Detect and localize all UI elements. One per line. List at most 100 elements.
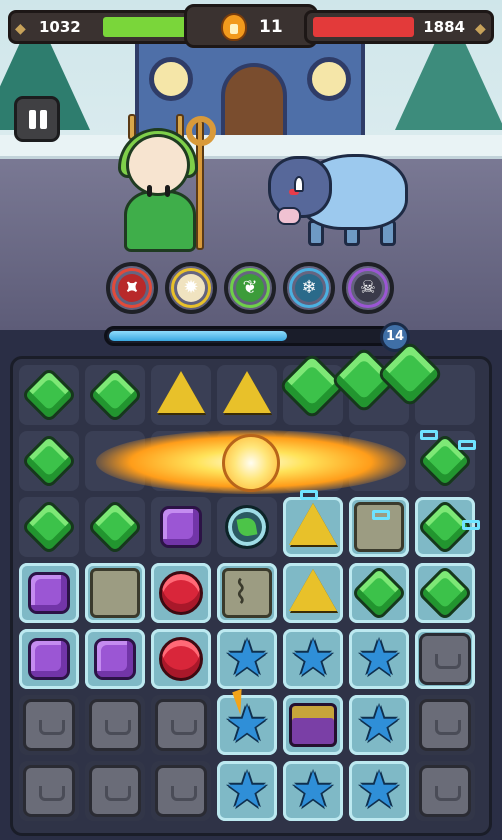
- board-cell[interactable]: [217, 563, 277, 623]
- board-cell[interactable]: [85, 563, 145, 623]
- snout: [277, 207, 301, 225]
- green-gem-icon: [20, 498, 78, 556]
- fire-orb-icon: [222, 434, 280, 492]
- board-cell[interactable]: [85, 365, 145, 425]
- hero-druid: [110, 110, 220, 260]
- skill-glyph: ❦: [242, 277, 258, 298]
- board-cell[interactable]: ★: [349, 761, 409, 821]
- board-cell[interactable]: [415, 761, 475, 821]
- board-cell[interactable]: [151, 629, 211, 689]
- board-cell[interactable]: ★: [349, 629, 409, 689]
- blue-gem-icon: ★: [356, 695, 402, 753]
- board-cell[interactable]: [151, 497, 211, 557]
- board-cell[interactable]: [19, 365, 79, 425]
- board-cell[interactable]: [415, 563, 475, 623]
- board-cell[interactable]: [19, 629, 79, 689]
- board-cell[interactable]: [19, 497, 79, 557]
- board-cell[interactable]: [217, 497, 277, 557]
- locked-gem-icon: [23, 699, 75, 751]
- board-cell[interactable]: [151, 761, 211, 821]
- bar-cap-icon: ◆: [15, 21, 26, 37]
- ice-crystal-icon[interactable]: ❄: [283, 262, 335, 314]
- board-cell[interactable]: [85, 629, 145, 689]
- eye: [165, 185, 170, 197]
- board-cell[interactable]: [19, 431, 79, 491]
- purple-gem-icon: [94, 638, 136, 680]
- green-leaf-icon[interactable]: ❦: [224, 262, 276, 314]
- board-cell[interactable]: [349, 497, 409, 557]
- board-cell[interactable]: [283, 695, 343, 755]
- eye: [147, 185, 152, 197]
- yellow-gem-icon: [289, 503, 337, 545]
- blue-gem-icon: ★: [356, 629, 402, 687]
- charge-fill: [109, 331, 287, 341]
- skill-glyph: ☠: [359, 277, 377, 298]
- skill-charge-bar: [104, 326, 392, 346]
- green-gem-icon: [20, 366, 78, 424]
- player-hp-fill: [103, 17, 195, 37]
- locked-gem-icon: [89, 765, 141, 817]
- pause-icon-bar: [40, 110, 47, 129]
- purple-gem-icon: [28, 638, 70, 680]
- board-cell[interactable]: [283, 563, 343, 623]
- board-cell[interactable]: [151, 365, 211, 425]
- turns-remaining: 11: [259, 17, 283, 37]
- ice-shard-icon: [462, 520, 480, 530]
- fire-phoenix-icon[interactable]: ✹: [165, 262, 217, 314]
- blue-gem-icon: ★: [290, 761, 336, 819]
- skill-glyph: ❄: [301, 277, 317, 298]
- board-cell[interactable]: [349, 563, 409, 623]
- board-cell[interactable]: ★: [217, 761, 277, 821]
- board-cell[interactable]: [283, 497, 343, 557]
- board-cell[interactable]: [415, 695, 475, 755]
- board-cell[interactable]: [217, 365, 277, 425]
- board-cell[interactable]: [19, 761, 79, 821]
- green-gem-icon: [86, 498, 144, 556]
- locked-gem-icon: [23, 765, 75, 817]
- enemy-hp-fill: [313, 17, 414, 37]
- skill-glyph: ✹: [183, 277, 199, 298]
- snow-ledge: [0, 135, 502, 159]
- turn-counter: 11: [184, 4, 318, 48]
- green-gem-icon: [350, 564, 408, 622]
- staff-crook: [186, 116, 216, 146]
- locked-gem-icon: [155, 765, 207, 817]
- skill-glyph: ⯍: [125, 277, 139, 298]
- red-bird-icon[interactable]: ⯍: [106, 262, 158, 314]
- board-cell[interactable]: [85, 761, 145, 821]
- locked-gem-icon: [419, 765, 471, 817]
- pause-button[interactable]: [14, 96, 60, 142]
- enemy-hp-bar: 1884 ◆: [304, 10, 494, 44]
- puzzle-board[interactable]: ★★★★★★★★: [10, 356, 492, 836]
- board-cell[interactable]: [19, 563, 79, 623]
- board-cell[interactable]: [151, 563, 211, 623]
- board-cell[interactable]: ★: [349, 695, 409, 755]
- yellow-gem-icon: [223, 371, 271, 413]
- green-gem-icon: [416, 564, 474, 622]
- skull-curse-icon[interactable]: ☠: [342, 262, 394, 314]
- hero-dress: [124, 190, 196, 252]
- chest-gem-icon: [289, 703, 337, 747]
- red-gem-icon: [159, 637, 203, 681]
- hero-face: [126, 134, 190, 197]
- yellow-gem-icon: [289, 569, 337, 611]
- red-gem-icon: [159, 571, 203, 615]
- board-cell[interactable]: ★: [217, 629, 277, 689]
- blue-gem-icon: ★: [224, 629, 270, 687]
- green-gem-icon: [20, 432, 78, 490]
- board-cell[interactable]: [415, 629, 475, 689]
- board-cell[interactable]: [85, 497, 145, 557]
- tusk: [294, 176, 304, 192]
- cracked-gem-icon: [222, 568, 272, 618]
- stone-gem-icon: [90, 568, 140, 618]
- skill-bar: ⯍ ✹ ❦ ❄ ☠: [106, 262, 406, 318]
- enemy-ice-boar[interactable]: [268, 140, 416, 252]
- purple-gem-icon: [160, 506, 202, 548]
- board-cell[interactable]: [19, 695, 79, 755]
- board-cell[interactable]: ★: [283, 761, 343, 821]
- ice-shard-icon: [420, 430, 438, 440]
- board-cell[interactable]: [151, 695, 211, 755]
- board-cell[interactable]: ★: [283, 629, 343, 689]
- locked-gem-icon: [419, 633, 471, 685]
- board-cell[interactable]: [85, 695, 145, 755]
